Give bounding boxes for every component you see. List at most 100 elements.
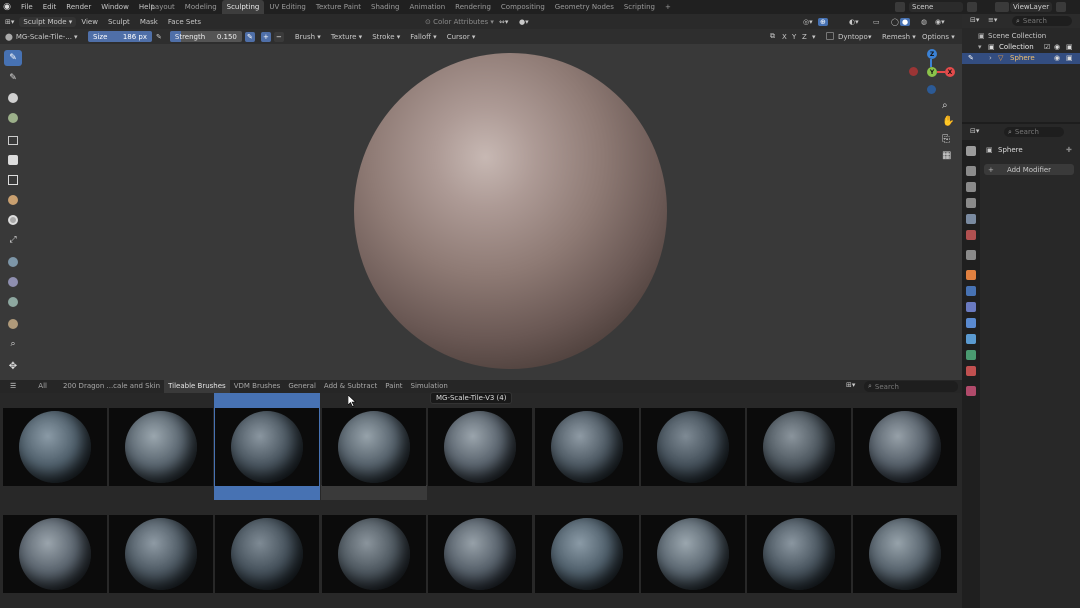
- gizmo-y-axis[interactable]: Y: [927, 67, 937, 77]
- shelf-tab-all[interactable]: All: [34, 380, 51, 393]
- remesh-menu[interactable]: Remesh ▾: [882, 33, 916, 41]
- new-scene-icon[interactable]: [967, 2, 977, 12]
- shelf-tab-dragon[interactable]: 200 Dragon ...cale and Skin: [59, 380, 164, 393]
- brush-selector[interactable]: ⬤ MG-Scale-Tile-... ▾: [0, 33, 88, 41]
- search-tool-icon[interactable]: ⌕: [4, 336, 22, 352]
- transform-icon[interactable]: ⇔▾: [494, 18, 513, 26]
- menu-file[interactable]: File: [16, 0, 38, 14]
- texture-menu[interactable]: Texture ▾: [326, 33, 367, 41]
- brush-thumbnail[interactable]: [747, 408, 851, 486]
- brush-thumbnail[interactable]: [853, 515, 957, 593]
- tool-tab-icon[interactable]: [966, 146, 976, 156]
- menu-sculpt[interactable]: Sculpt: [103, 18, 135, 26]
- brush-thumbnail[interactable]: [428, 515, 532, 593]
- gizmo-neg-z-axis[interactable]: [927, 85, 936, 94]
- outliner-editor-icon[interactable]: ⊟▾: [970, 16, 979, 24]
- menu-render[interactable]: Render: [61, 0, 96, 14]
- mask-paint-tool-icon[interactable]: [4, 274, 22, 290]
- scene-collection-label[interactable]: Scene Collection: [988, 32, 1046, 40]
- pan-hand-icon[interactable]: ✋: [942, 116, 954, 127]
- menu-view[interactable]: View: [76, 18, 103, 26]
- brush-thumbnail[interactable]: [535, 408, 639, 486]
- zoom-icon[interactable]: ⌕: [942, 100, 948, 111]
- 3d-viewport[interactable]: ✎ ✎ ⤢ ⌕ ✥ Z X Y ⌕ ✋ ⎘ ▦: [0, 44, 962, 380]
- properties-search-input[interactable]: ⌕ Search: [1004, 127, 1064, 137]
- add-workspace-icon[interactable]: +: [660, 0, 676, 14]
- brush-thumbnail[interactable]: [215, 408, 319, 486]
- mask-brush-tool-icon[interactable]: [4, 254, 22, 270]
- transform-tool-icon[interactable]: ⤢: [4, 232, 22, 248]
- options-menu[interactable]: Options ▾: [922, 33, 955, 41]
- new-viewlayer-icon[interactable]: [1056, 2, 1066, 12]
- sphere-visibility-icon[interactable]: ◉: [1054, 54, 1060, 62]
- tab-texture-paint[interactable]: Texture Paint: [311, 0, 366, 14]
- world-tab-icon[interactable]: [966, 230, 976, 240]
- properties-editor-icon[interactable]: ⊟▾: [970, 127, 979, 135]
- mode-dropdown[interactable]: Sculpt Mode ▾: [19, 16, 77, 27]
- outliner-search-input[interactable]: ⌕ Search: [1012, 16, 1072, 26]
- brush-thumbnail[interactable]: [109, 408, 213, 486]
- expand-chevron-icon[interactable]: ›: [989, 54, 992, 62]
- shelf-menu-icon[interactable]: ☰: [0, 380, 26, 393]
- symmetry-icon[interactable]: ⧉: [770, 32, 775, 41]
- tab-uv-editing[interactable]: UV Editing: [264, 0, 311, 14]
- editor-type-icon[interactable]: ⊞▾: [0, 18, 19, 26]
- strength-slider[interactable]: Strength 0.150: [169, 31, 242, 42]
- brush-thumbnail[interactable]: [535, 515, 639, 593]
- strength-pressure-icon[interactable]: ✎: [244, 31, 255, 42]
- expand-chevron-icon[interactable]: ▾: [978, 43, 982, 51]
- move-tool-icon[interactable]: ✥: [4, 358, 22, 374]
- falloff-menu[interactable]: Falloff ▾: [405, 33, 441, 41]
- brush-thumbnail[interactable]: [853, 408, 957, 486]
- brush-thumbnail[interactable]: [641, 408, 745, 486]
- solid-shading-icon[interactable]: ●: [900, 17, 911, 26]
- tab-compositing[interactable]: Compositing: [496, 0, 550, 14]
- pivot-icon[interactable]: ●▾: [514, 18, 534, 26]
- scene-tab-icon[interactable]: [966, 214, 976, 224]
- collection-checkbox-icon[interactable]: ☑: [1044, 43, 1050, 51]
- shelf-tab-paint[interactable]: Paint: [381, 380, 406, 393]
- brush-thumbnail[interactable]: [3, 515, 107, 593]
- tab-scripting[interactable]: Scripting: [619, 0, 660, 14]
- collection-label[interactable]: Collection: [999, 43, 1034, 51]
- sculpt-sphere[interactable]: [354, 53, 667, 369]
- dyntopo-checkbox[interactable]: [826, 32, 834, 40]
- tab-sculpting[interactable]: Sculpting: [221, 0, 265, 14]
- add-modifier-button[interactable]: + Add Modifier: [984, 164, 1074, 175]
- blender-logo-icon[interactable]: ◉: [0, 0, 14, 14]
- perspective-grid-icon[interactable]: ▦: [942, 150, 951, 161]
- object-tab-icon[interactable]: [966, 270, 976, 280]
- scene-field[interactable]: Scene: [909, 2, 963, 12]
- add-direction-icon[interactable]: +: [260, 31, 271, 42]
- particles-tab-icon[interactable]: [966, 302, 976, 312]
- gizmo-x-axis[interactable]: X: [945, 67, 955, 77]
- collection-visibility-icon[interactable]: ◉: [1054, 43, 1060, 51]
- xray-icon[interactable]: ▭: [868, 18, 885, 26]
- color-attributes-menu[interactable]: ⊙ Color Attributes ▾: [420, 18, 499, 26]
- dyntopo-options-icon[interactable]: ▾: [868, 33, 872, 41]
- tab-rendering[interactable]: Rendering: [450, 0, 496, 14]
- menu-face-sets[interactable]: Face Sets: [163, 18, 206, 26]
- viewlayer-icon[interactable]: [995, 2, 1009, 12]
- tab-geometry-nodes[interactable]: Geometry Nodes: [550, 0, 619, 14]
- viewlayer-field[interactable]: ViewLayer: [1010, 2, 1052, 12]
- stroke-menu[interactable]: Stroke ▾: [367, 33, 405, 41]
- scene-icon[interactable]: [895, 2, 905, 12]
- view-object-types-icon[interactable]: ◎▾: [798, 18, 818, 26]
- brush-thumbnail[interactable]: [747, 515, 851, 593]
- pin-icon[interactable]: ✚: [1066, 146, 1072, 154]
- tab-animation[interactable]: Animation: [404, 0, 450, 14]
- menu-mask[interactable]: Mask: [135, 18, 163, 26]
- collection-render-icon[interactable]: ▣: [1066, 43, 1073, 51]
- tab-modeling[interactable]: Modeling: [180, 0, 222, 14]
- tab-layout[interactable]: Layout: [146, 0, 180, 14]
- brush-menu[interactable]: Brush ▾: [290, 33, 326, 41]
- axis-y-toggle[interactable]: Y: [792, 33, 796, 41]
- shelf-tab-add-subtract[interactable]: Add & Subtract: [320, 380, 381, 393]
- view-layer-tab-icon[interactable]: [966, 198, 976, 208]
- symmetry-options-icon[interactable]: ▾: [812, 33, 816, 41]
- paint-tool-icon[interactable]: [4, 316, 22, 332]
- material-tab-icon[interactable]: [966, 366, 976, 376]
- collection-tab-icon[interactable]: [966, 250, 976, 260]
- draw-brush-tool-icon[interactable]: ✎: [4, 50, 22, 66]
